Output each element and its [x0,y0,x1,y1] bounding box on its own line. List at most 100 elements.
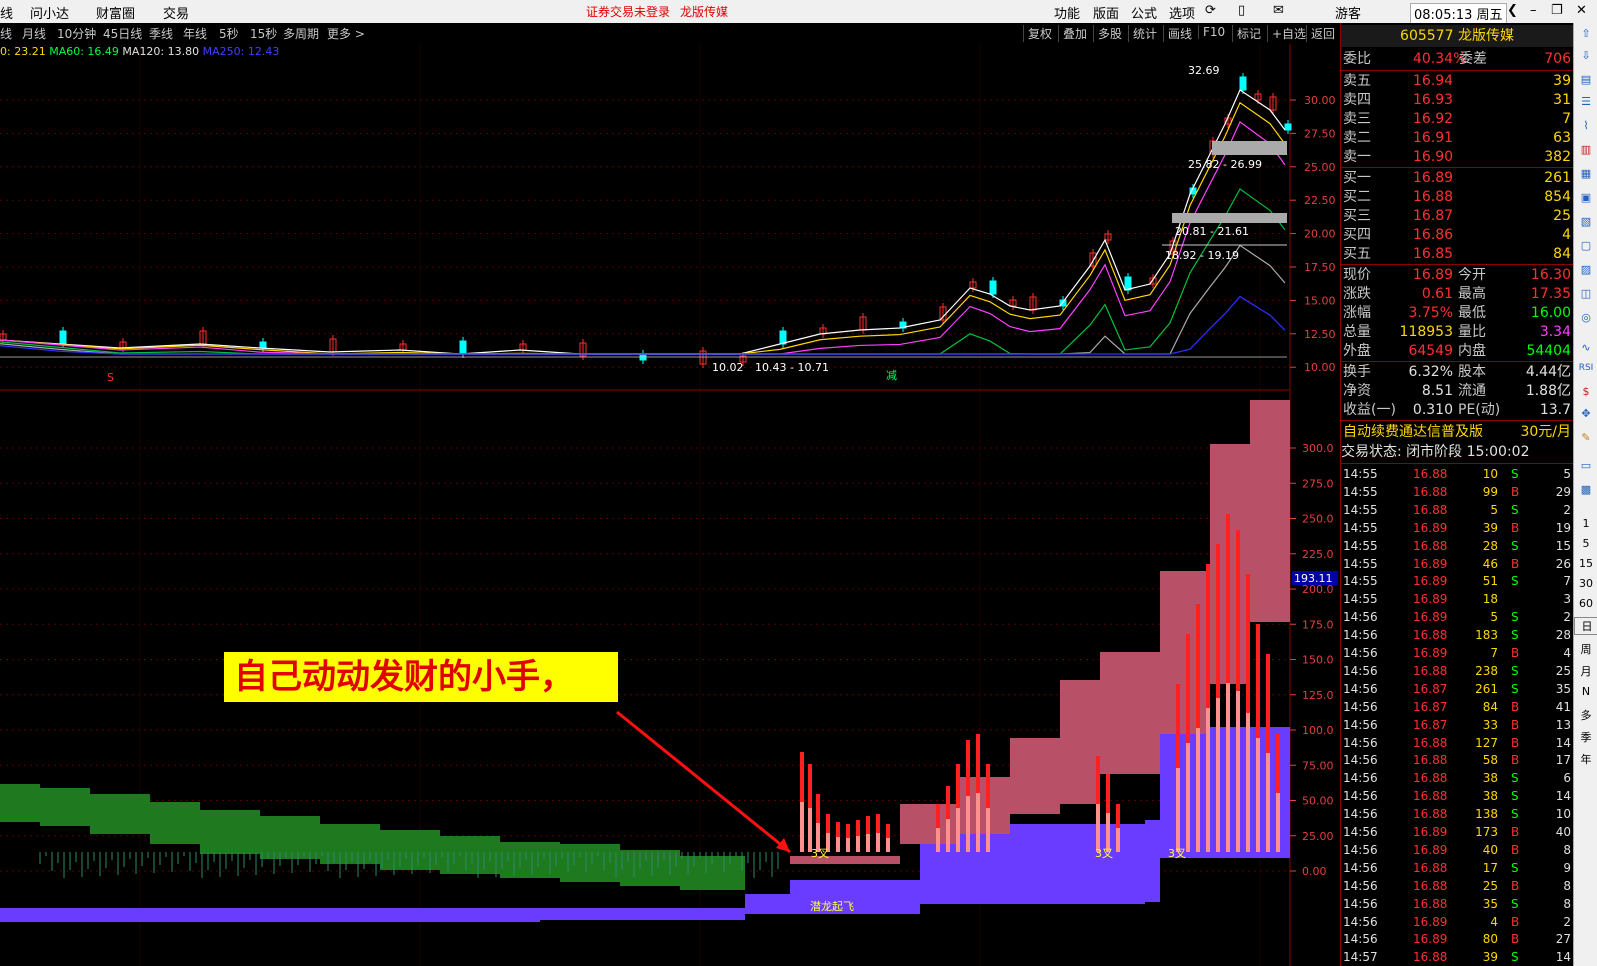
refresh-icon[interactable]: ⟳ [1205,3,1216,18]
btn-overlay[interactable]: 叠加 [1058,25,1087,42]
back-icon[interactable]: ❮ [1507,3,1518,18]
fiz-icon[interactable]: ▨ [1574,263,1597,276]
tab-trade[interactable]: 交易 [163,3,189,22]
table-icon[interactable]: ▧ [1574,215,1597,228]
cross-marker-2: 3叉 [1095,847,1113,860]
period-45day[interactable]: 45日线 [103,25,142,42]
maximize-icon[interactable]: ❐ [1551,3,1563,18]
pencil-icon[interactable]: ✎ [1574,431,1597,444]
login-notice[interactable]: 证券交易未登录 [586,3,670,20]
circle-icon[interactable]: ◎ [1574,311,1597,324]
period-month[interactable]: 月线 [22,25,46,42]
menu-formula[interactable]: 公式 [1131,3,1157,22]
tick-row: 14:56 16.88 35 S 8 [1343,896,1571,911]
fund-icon[interactable]: ▣ [1574,191,1597,204]
zone-low-label: 10.43 - 10.71 [755,361,829,374]
indicator-tick: 50.00 [1302,795,1334,808]
btn-return[interactable]: 返回 [1306,25,1335,42]
tick-row: 14:56 16.87 84 B 41 [1343,699,1571,714]
move-icon[interactable]: ✥ [1574,407,1597,420]
period-more[interactable]: 更多 > [327,25,365,42]
kline-icon[interactable]: ▥ [1574,143,1597,156]
tab-wenxiaoda[interactable]: 问小达 [30,3,69,22]
period-toolbar: 线 月线 10分钟 45日线 季线 年线 5秒 15秒 多周期 更多 > 复权 … [0,23,1340,43]
tick-row: 14:56 16.88 38 S 14 [1343,789,1571,804]
side-year[interactable]: 年 [1574,751,1597,767]
indicator-tick: 225.0 [1302,548,1334,561]
down-arrow-icon[interactable]: ⇩ [1574,49,1597,62]
side-60[interactable]: 60 [1574,597,1597,610]
image-icon[interactable]: ▩ [1574,483,1597,496]
indicator-axis: 300.0275.0250.0225.0200.0175.0150.0125.0… [1290,442,1334,878]
btn-add-watch[interactable]: +自选 [1267,25,1306,42]
mail-icon[interactable]: ✉ [1273,3,1284,18]
indicator-tick: 0.00 [1302,865,1327,878]
btn-restore-rights[interactable]: 复权 [1023,25,1052,42]
line-icon[interactable]: ⌇ [1574,119,1597,132]
ma120-value: MA120: 13.80 [122,45,200,58]
user-label[interactable]: 游客 [1335,3,1361,22]
up-arrow-icon[interactable]: ⇧ [1574,27,1597,40]
menu-layout[interactable]: 版面 [1093,3,1119,22]
promo-row[interactable]: 自动续费通达信普及版 30元/月 [1341,423,1573,442]
btn-f10[interactable]: F10 [1198,25,1225,39]
jian-marker: 减 [886,369,897,382]
side-month[interactable]: 月 [1574,663,1597,679]
price-tick: 17.50 [1304,261,1336,274]
side-15[interactable]: 15 [1574,557,1597,570]
tick-row: 14:56 16.88 58 B 17 [1343,753,1571,768]
title-bar: 线 问小达 财富圈 交易 证券交易未登录 龙版传媒 功能 版面 公式 选项 ⟳ … [0,0,1597,24]
price-tick: 20.00 [1304,228,1336,241]
indicator-bar-light [936,828,940,852]
side-quarter[interactable]: 季 [1574,729,1597,745]
period-multi[interactable]: 多周期 [283,25,319,42]
stock-code-name[interactable]: 605577 龙版传媒 [1341,25,1573,47]
qianlong-marker: 潜龙起飞 [810,899,854,913]
indicator-bar-light [836,837,840,852]
btn-draw-line[interactable]: 画线 [1163,25,1192,42]
page-icon[interactable]: ▢ [1574,239,1597,252]
minimize-icon[interactable]: – [1530,3,1537,18]
btn-mark[interactable]: 标记 [1232,25,1261,42]
period-quarter[interactable]: 季线 [149,25,173,42]
indicator-bar-light [1176,768,1180,852]
menu-options[interactable]: 选项 [1169,3,1195,22]
close-icon[interactable]: ✕ [1576,3,1587,18]
promo-banner: 自己动动发财的小手， [224,652,618,702]
side-n[interactable]: N [1574,685,1597,698]
btn-multi-stock[interactable]: 多股 [1093,25,1122,42]
side-week[interactable]: 周 [1574,641,1597,657]
indicator-bar-light [876,833,880,852]
f5-icon[interactable]: ▭ [1574,459,1597,472]
indicator-bar-light [1266,753,1270,852]
rsi-icon[interactable]: RSI [1574,363,1597,373]
kline-chart[interactable]: 32.69 25.82 - 26.99 20.81 - 21.61 18.92 … [0,44,1340,966]
period-10min[interactable]: 10分钟 [57,25,96,42]
period-year[interactable]: 年线 [183,25,207,42]
chart-icon[interactable]: ▤ [1574,73,1597,86]
side-day[interactable]: 日 [1574,617,1597,635]
wave-icon[interactable]: ∿ [1574,341,1597,354]
stat2-row: 净资 8.51 流通 1.88亿 [1343,383,1571,399]
list-icon[interactable]: ☰ [1574,95,1597,108]
side-1[interactable]: 1 [1574,517,1597,530]
grid-icon[interactable]: ▦ [1574,167,1597,180]
buy-level-row: 买二 16.88 854 [1343,189,1571,205]
green-cloud [0,784,745,890]
period-line[interactable]: 线 [0,25,12,42]
dollar-icon[interactable]: $ [1574,385,1597,398]
tab-caifuquan[interactable]: 财富圈 [96,3,135,22]
period-15s[interactable]: 15秒 [250,25,277,42]
period-5s[interactable]: 5秒 [219,25,239,42]
indicator-tick: 150.0 [1302,654,1334,667]
btn-statistics[interactable]: 统计 [1128,25,1157,42]
side-multi[interactable]: 多 [1574,707,1597,723]
tab-line[interactable]: 线 [0,3,13,22]
phone-icon[interactable]: ▯ [1238,3,1245,18]
zone2-label: 20.81 - 21.61 [1175,225,1249,238]
indicator-icon[interactable]: ◫ [1574,287,1597,300]
menu-function[interactable]: 功能 [1054,3,1080,22]
sell-level-row: 卖二 16.91 63 [1343,130,1571,146]
side-30[interactable]: 30 [1574,577,1597,590]
side-5[interactable]: 5 [1574,537,1597,550]
